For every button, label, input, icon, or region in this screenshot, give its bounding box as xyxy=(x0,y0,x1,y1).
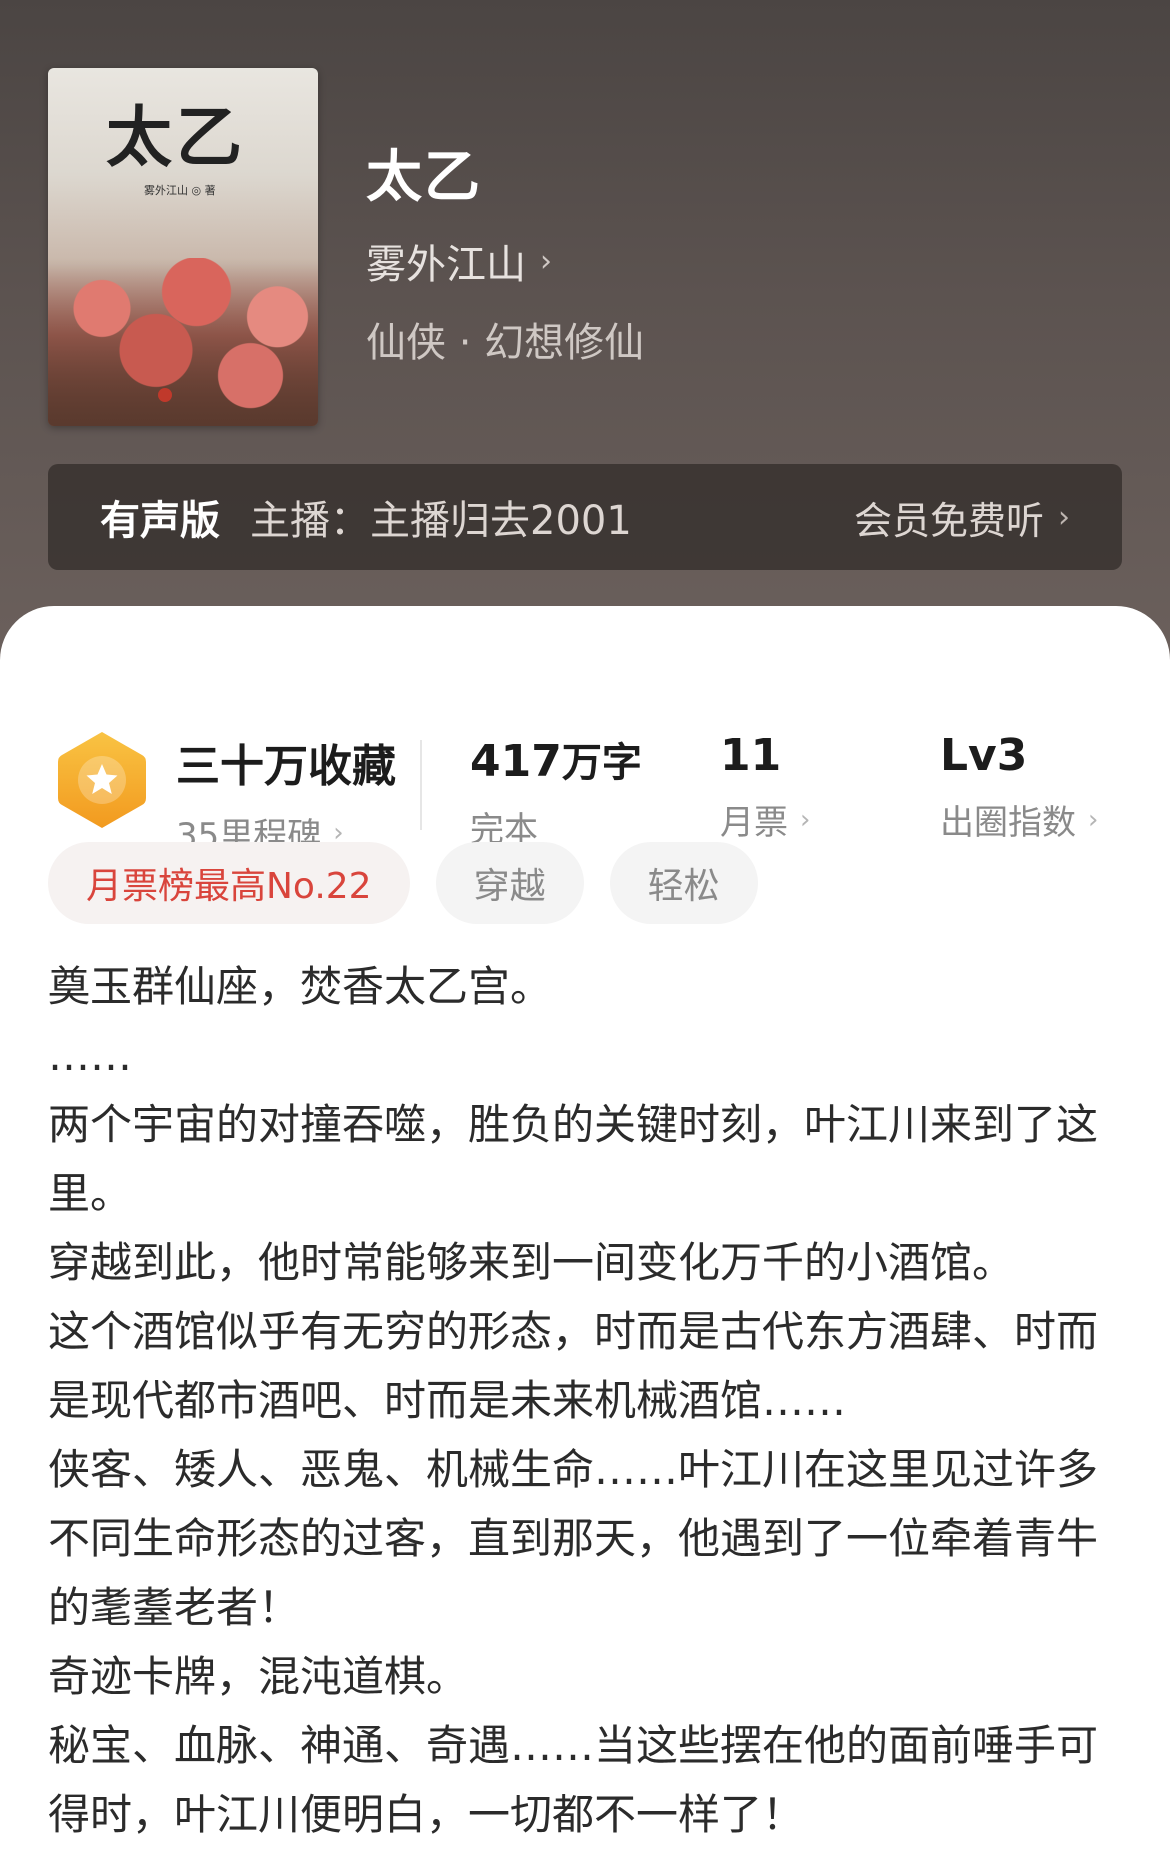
publisher-logo-icon xyxy=(158,388,172,402)
monthly-ticket-stat[interactable]: 11 月票 › xyxy=(720,730,810,844)
audio-version-label: 有声版 xyxy=(100,498,220,544)
word-count-stat: 417万字 完本 xyxy=(470,730,642,851)
popularity-index-label: 出圈指数 xyxy=(940,803,1076,843)
stats-divider xyxy=(420,740,422,830)
collect-stat[interactable]: 三十万收藏 35里程碑 › xyxy=(176,730,396,857)
tag-time-travel[interactable]: 穿越 xyxy=(435,842,584,924)
book-info-card: 三十万收藏 35里程碑 › 417万字 完本 11 月票 › Lv3 出圈指数 xyxy=(0,606,1170,1870)
description-line: …… xyxy=(48,1031,132,1080)
word-count-number: 417 xyxy=(470,736,562,787)
book-description: 奠玉群仙座，焚香太乙宫。 …… 两个宇宙的对撞吞噬，胜负的关键时刻，叶江川来到了… xyxy=(48,952,1128,1849)
cover-title: 太乙 xyxy=(106,98,246,176)
member-free-listen-label: 会员免费听 xyxy=(853,498,1044,543)
monthly-ticket-count: 11 xyxy=(720,730,782,781)
stats-row: 三十万收藏 35里程碑 › 417万字 完本 11 月票 › Lv3 出圈指数 xyxy=(0,666,1170,856)
description-line: 侠客、矮人、恶鬼、机械生命……叶江川在这里见过许多不同生命形态的过客，直到那天，… xyxy=(48,1445,1099,1632)
chevron-right-icon: › xyxy=(1058,499,1070,535)
tag-list: 月票榜最高No.22 穿越 轻松 xyxy=(48,842,784,924)
author-link[interactable]: 雾外江山 › xyxy=(366,232,552,290)
monthly-ticket-label: 月票 xyxy=(720,803,788,843)
book-title: 太乙 xyxy=(366,145,482,210)
member-free-listen-button[interactable]: 会员免费听 › xyxy=(854,490,1070,545)
description-line: 奠玉群仙座，焚香太乙宫。 xyxy=(48,962,553,1011)
genre-label: 仙侠 · 幻想修仙 xyxy=(366,320,645,366)
chevron-right-icon: › xyxy=(540,243,552,279)
description-line: 奇迹卡牌，混沌道棋。 xyxy=(48,1652,469,1701)
popularity-index-link[interactable]: 出圈指数 › xyxy=(940,795,1098,844)
cover-author: 雾外江山 ◎ 著 xyxy=(144,184,216,197)
description-line: 穿越到此，他时常能够来到一间变化万千的小酒馆。 xyxy=(48,1238,1015,1287)
book-cover-image[interactable]: 太乙 雾外江山 ◎ 著 xyxy=(48,68,318,426)
audio-version-bar[interactable]: 有声版 主播：主播归去2001 会员免费听 › xyxy=(48,464,1122,570)
chevron-right-icon: › xyxy=(800,804,811,835)
tag-ranking[interactable]: 月票榜最高No.22 xyxy=(48,842,410,924)
word-count: 417万字 xyxy=(470,730,642,788)
tag-relaxed[interactable]: 轻松 xyxy=(609,842,758,924)
popularity-level: Lv3 xyxy=(940,730,1028,781)
book-header: 太乙 雾外江山 ◎ 著 太乙 雾外江山 › 仙侠 · 幻想修仙 有声版 主播：主… xyxy=(0,0,1170,660)
word-count-unit: 万字 xyxy=(561,740,642,786)
description-line: 秘宝、血脉、神通、奇遇……当这些摆在他的面前唾手可得时，叶江川便明白，一切都不一… xyxy=(48,1721,1099,1839)
monthly-ticket-link[interactable]: 月票 › xyxy=(720,795,810,844)
milestone-badge-icon xyxy=(58,732,146,828)
cover-artwork xyxy=(48,258,318,426)
chevron-right-icon: › xyxy=(1088,804,1099,835)
collect-count: 三十万收藏 xyxy=(176,741,396,792)
audio-host-label: 主播：主播归去2001 xyxy=(250,498,632,544)
description-line: 这个酒馆似乎有无穷的形态，时而是古代东方酒肆、时而是现代都市酒吧、时而是未来机械… xyxy=(48,1307,1099,1425)
popularity-stat[interactable]: Lv3 出圈指数 › xyxy=(940,730,1098,844)
author-name: 雾外江山 xyxy=(366,242,526,288)
description-line: 两个宇宙的对撞吞噬，胜负的关键时刻，叶江川来到了这里。 xyxy=(48,1100,1099,1218)
